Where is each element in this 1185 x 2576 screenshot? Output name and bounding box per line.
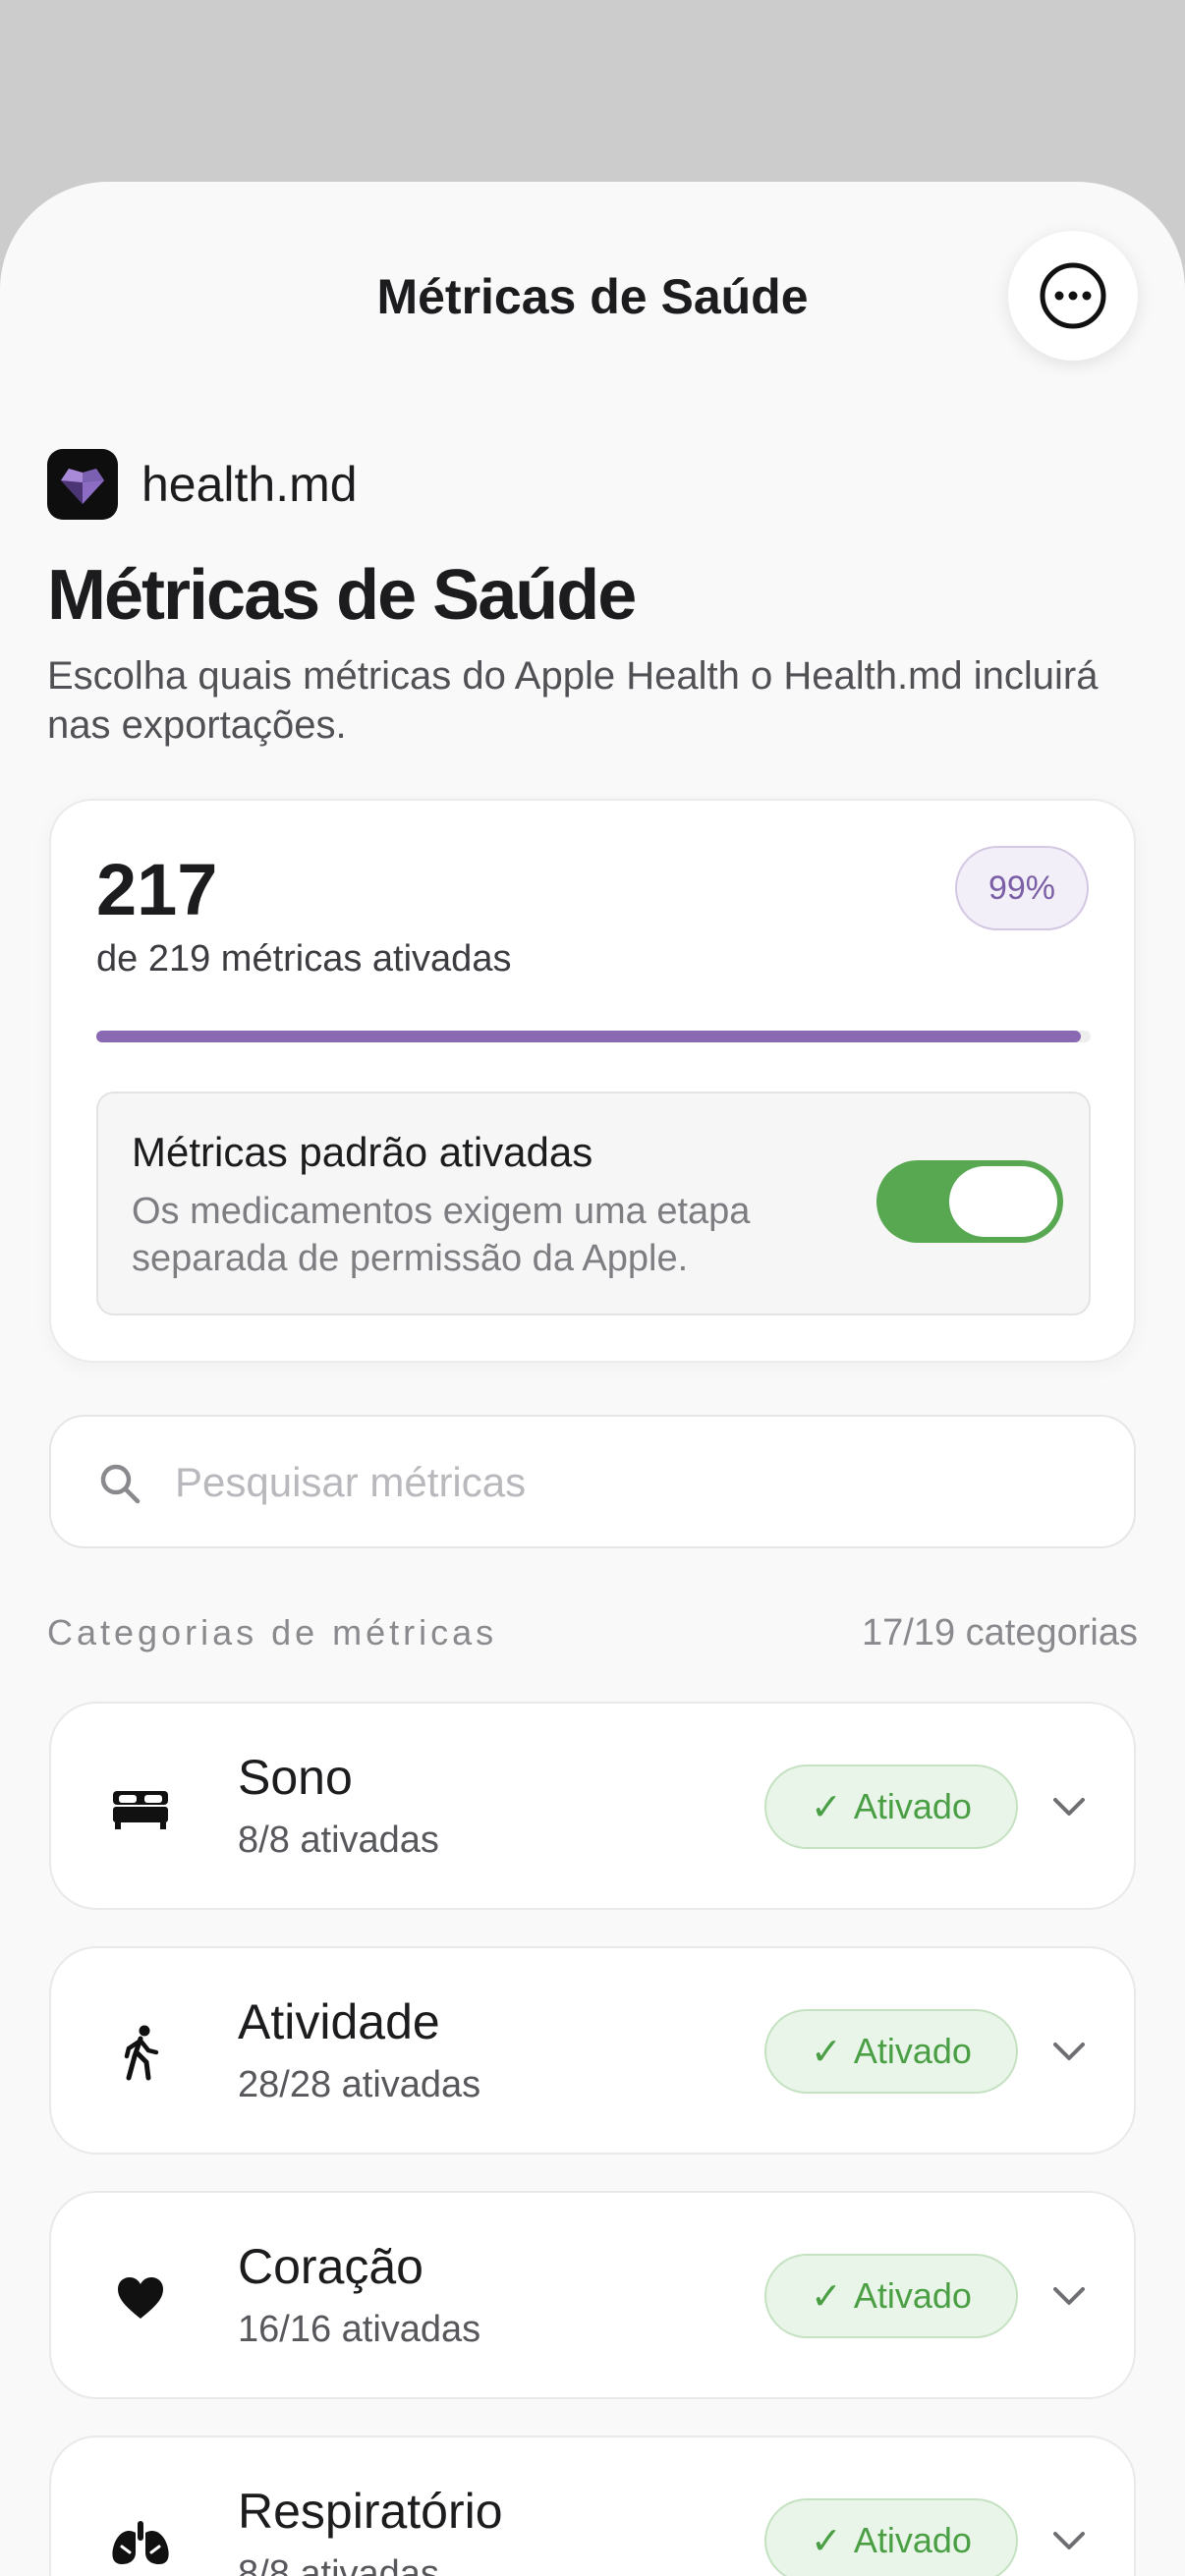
categories-label: Categorias de métricas <box>47 1612 498 1652</box>
category-card-respiratorio[interactable]: Respiratório 8/8 ativadas ✓ Ativado <box>49 2436 1136 2576</box>
chevron-down-icon[interactable] <box>1049 2037 1089 2066</box>
percent-badge: 99% <box>955 846 1089 930</box>
app-name: health.md <box>141 457 358 512</box>
category-name: Sono <box>238 1750 353 1805</box>
page-title: Métricas de Saúde <box>47 556 637 635</box>
status-label: Ativado <box>853 1786 972 1826</box>
more-options-button[interactable] <box>1008 231 1138 361</box>
category-card-sono[interactable]: Sono 8/8 ativadas ✓ Ativado <box>49 1702 1136 1910</box>
categories-count: 17/19 categorias <box>862 1612 1138 1653</box>
category-card-atividade[interactable]: Atividade 28/28 ativadas ✓ Ativado <box>49 1946 1136 2155</box>
checkmark-icon: ✓ <box>811 2520 842 2562</box>
lungs-icon <box>108 2510 173 2575</box>
modal-sheet: Métricas de Saúde health.md Métricas de … <box>0 182 1185 2576</box>
category-count: 28/28 ativadas <box>238 2064 481 2105</box>
progress-fill <box>96 1031 1081 1042</box>
chevron-down-icon[interactable] <box>1049 2526 1089 2555</box>
enabled-count: 217 <box>96 849 218 930</box>
category-name: Respiratório <box>238 2484 503 2539</box>
category-list: Sono 8/8 ativadas ✓ Ativado Atividade 28… <box>49 1702 1136 2576</box>
checkmark-icon: ✓ <box>811 2275 842 2318</box>
status-badge: ✓ Ativado <box>764 2498 1018 2576</box>
chevron-down-icon[interactable] <box>1049 2281 1089 2311</box>
category-count: 8/8 ativadas <box>238 2553 439 2576</box>
default-metrics-row: Métricas padrão ativadas Os medicamentos… <box>96 1092 1091 1316</box>
status-label: Ativado <box>853 2275 972 2316</box>
category-count: 16/16 ativadas <box>238 2309 481 2350</box>
toggle-knob <box>949 1166 1057 1237</box>
search-input[interactable] <box>175 1446 1059 1519</box>
search-icon <box>100 1464 141 1504</box>
category-count: 8/8 ativadas <box>238 1820 439 1861</box>
progress-bar <box>96 1031 1091 1042</box>
app-header: health.md <box>47 449 358 520</box>
default-metrics-description: Os medicamentos exigem uma etapa separad… <box>132 1191 751 1279</box>
heart-gem-app-icon <box>47 449 118 520</box>
default-metrics-title: Métricas padrão ativadas <box>132 1129 593 1175</box>
categories-header: Categorias de métricas 17/19 categorias <box>47 1612 1138 1654</box>
status-badge: ✓ Ativado <box>764 2254 1018 2338</box>
status-label: Ativado <box>853 2520 972 2560</box>
ellipsis-circle-icon <box>1040 262 1106 329</box>
metrics-summary-card: 217 de 219 métricas ativadas 99% Métrica… <box>49 799 1136 1363</box>
status-badge: ✓ Ativado <box>764 2009 1018 2094</box>
category-name: Coração <box>238 2239 423 2294</box>
page-description: Escolha quais métricas do Apple Health o… <box>47 654 1099 747</box>
category-name: Atividade <box>238 1994 440 2049</box>
chevron-down-icon[interactable] <box>1049 1792 1089 1821</box>
walking-figure-icon <box>108 2021 173 2086</box>
status-badge: ✓ Ativado <box>764 1764 1018 1849</box>
bed-icon <box>108 1776 173 1841</box>
checkmark-icon: ✓ <box>811 1786 842 1828</box>
checkmark-icon: ✓ <box>811 2031 842 2073</box>
enabled-count-subtitle: de 219 métricas ativadas <box>96 938 512 980</box>
default-metrics-toggle[interactable] <box>876 1160 1063 1243</box>
search-field[interactable] <box>49 1415 1136 1548</box>
status-label: Ativado <box>853 2031 972 2071</box>
heart-icon <box>108 2266 173 2330</box>
category-card-coracao[interactable]: Coração 16/16 ativadas ✓ Ativado <box>49 2191 1136 2399</box>
